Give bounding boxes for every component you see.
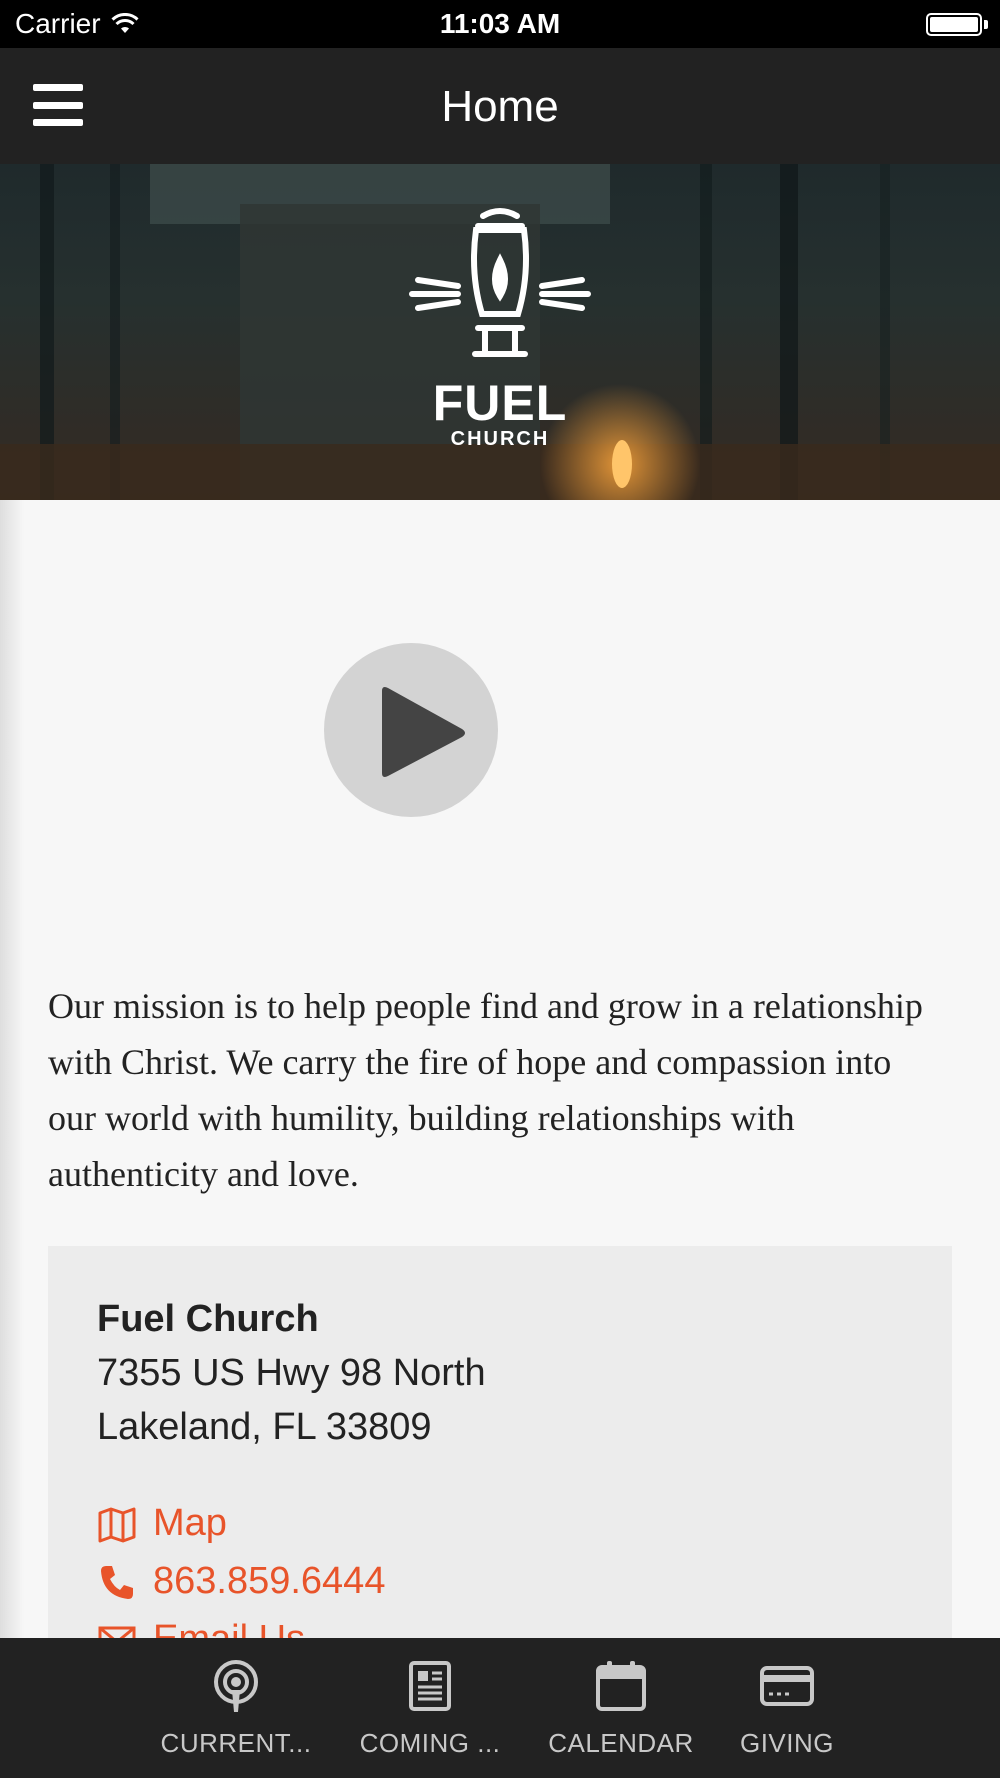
tab-giving-label: GIVING	[739, 1728, 834, 1758]
map-link[interactable]: Map	[97, 1502, 227, 1545]
newspaper-icon	[409, 1661, 451, 1711]
play-icon	[382, 687, 465, 777]
play-button[interactable]	[324, 643, 498, 817]
logo-fuel-text: FUEL	[432, 375, 568, 431]
phone-icon	[101, 1565, 133, 1599]
tab-coming-label: COMING ...	[359, 1728, 501, 1758]
phone-link[interactable]: 863.859.6444	[97, 1560, 385, 1603]
battery-icon	[926, 13, 982, 36]
tab-current-label: CURRENT...	[160, 1728, 312, 1758]
battery-tip	[984, 20, 988, 29]
tab-giving[interactable]: GIVING	[722, 1638, 852, 1778]
status-time: 11:03 AM	[439, 8, 561, 39]
address-line-2: Lakeland, FL 33809	[97, 1406, 432, 1448]
contact-card: Fuel Church 7355 US Hwy 98 North Lakelan…	[48, 1246, 952, 1638]
calendar-icon	[596, 1661, 646, 1711]
tab-bar: CURRENT... COMING ... CALENDAR GIVING	[0, 1638, 1000, 1778]
mission-statement: Our mission is to help people find and g…	[48, 986, 923, 1194]
email-icon	[98, 1626, 136, 1638]
address-line-1: 7355 US Hwy 98 North	[97, 1352, 486, 1394]
logo-church-text: CHURCH	[450, 428, 550, 450]
page-title: Home	[441, 82, 559, 131]
tab-calendar[interactable]: CALENDAR	[546, 1638, 696, 1778]
status-bar: Carrier 11:03 AM	[0, 0, 1000, 48]
church-name: Fuel Church	[97, 1298, 319, 1340]
email-link[interactable]: Email Us	[97, 1618, 305, 1638]
drawer-edge-shadow	[0, 500, 24, 1638]
hero-banner: FUEL CHURCH	[0, 164, 1000, 500]
phone-number: 863.859.6444	[153, 1560, 386, 1602]
email-link-label: Email Us	[153, 1618, 305, 1638]
podcast-icon	[214, 1660, 258, 1712]
tab-current[interactable]: CURRENT...	[158, 1638, 314, 1778]
credit-card-icon	[760, 1666, 814, 1706]
video-player	[0, 500, 1000, 960]
map-icon	[98, 1507, 136, 1542]
nav-bar: Home	[0, 48, 1000, 164]
tab-coming[interactable]: COMING ...	[352, 1638, 508, 1778]
tab-calendar-label: CALENDAR	[548, 1728, 694, 1758]
map-link-label: Map	[153, 1502, 227, 1544]
